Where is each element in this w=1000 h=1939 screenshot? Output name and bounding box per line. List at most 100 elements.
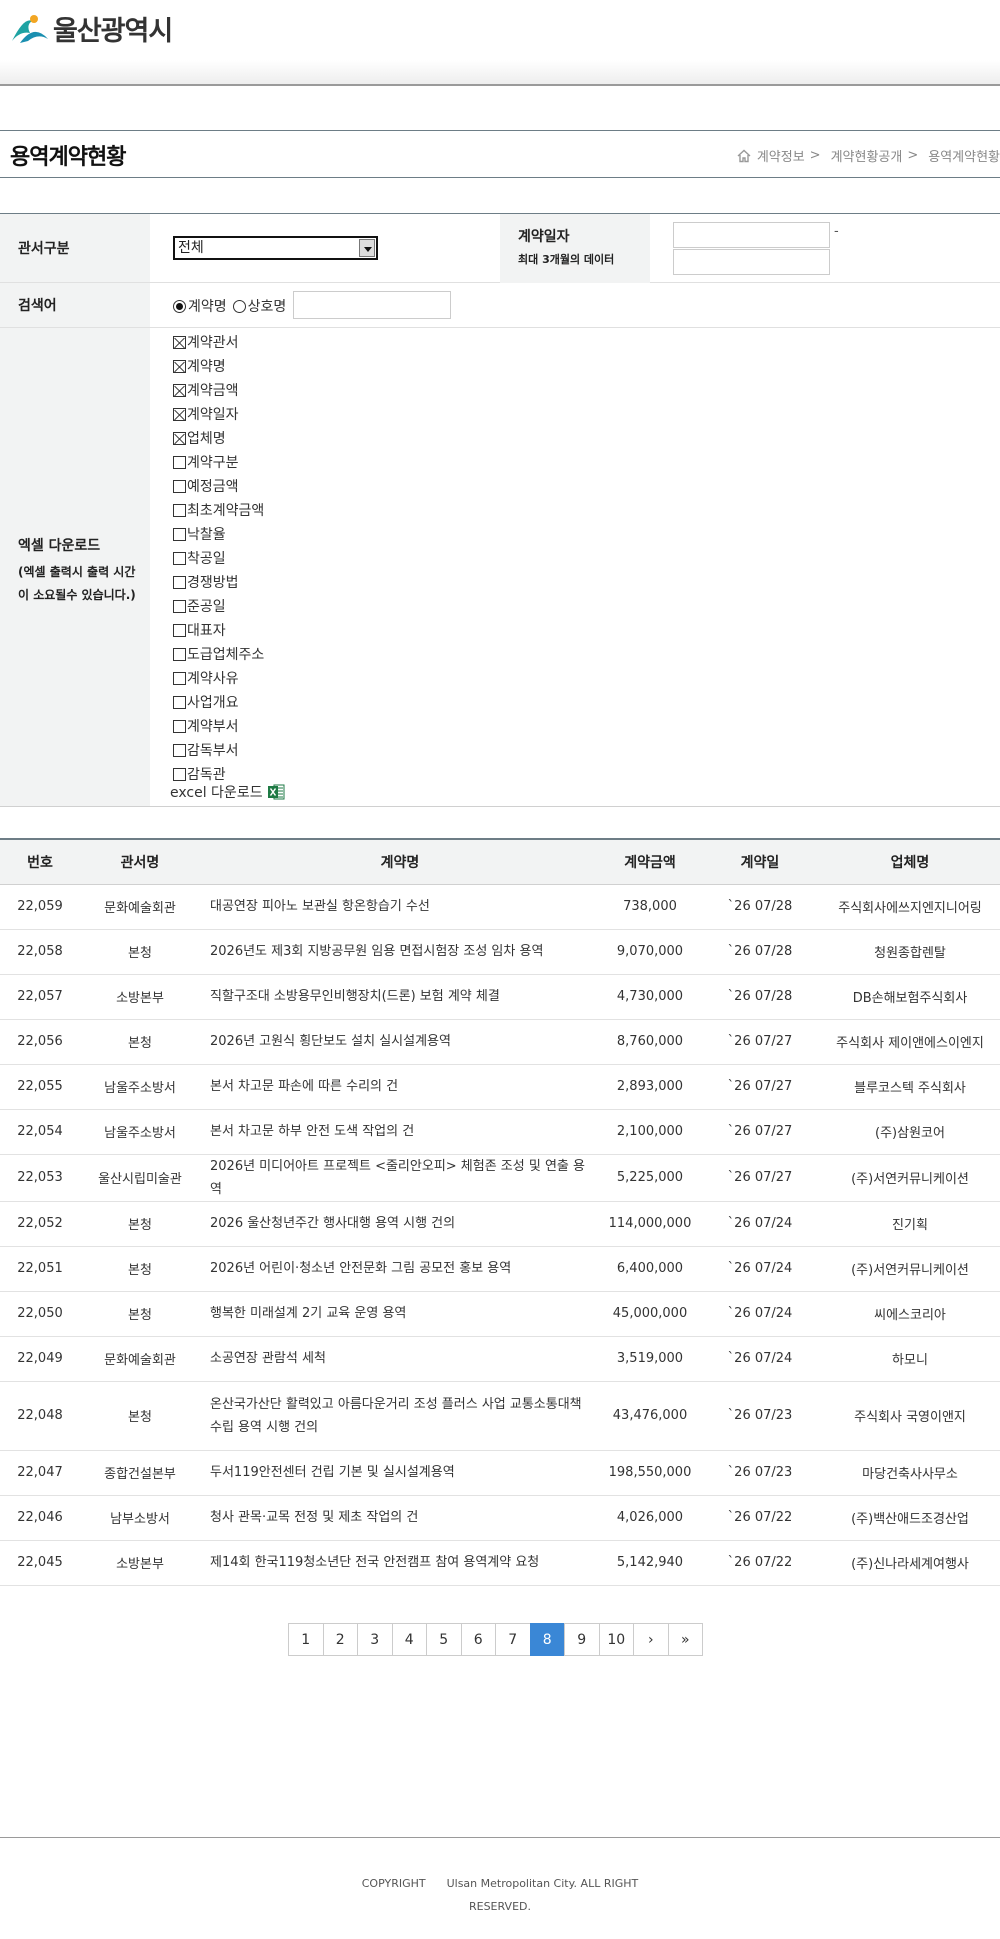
cell-contract-name[interactable]: 2026년 미디어아트 프로젝트 <줄리안오피> 체험존 조성 및 연출 용역 <box>200 1154 600 1202</box>
cell-contract-name[interactable]: 소공연장 관람석 세척 <box>200 1336 600 1382</box>
cell-contract-name[interactable]: 본서 차고문 파손에 따른 수리의 건 <box>200 1064 600 1110</box>
excel-field-label[interactable]: 준공일 <box>187 596 226 616</box>
page-link-8[interactable]: 8 <box>529 1623 565 1656</box>
excel-field-label[interactable]: 착공일 <box>187 548 226 568</box>
excel-field-label[interactable]: 최초계약금액 <box>187 500 264 520</box>
excel-download-link[interactable]: excel 다운로드 <box>170 782 285 802</box>
page-link-9[interactable]: 9 <box>564 1623 600 1656</box>
excel-field-checkbox[interactable] <box>173 599 186 613</box>
radio-contract-name[interactable] <box>173 299 186 313</box>
cell-contract-name[interactable]: 온산국가산단 활력있고 아름다운거리 조성 플러스 사업 교통소통대책수립 용역… <box>200 1381 600 1451</box>
cell-contract-name[interactable]: 제14회 한국119청소년단 전국 안전캠프 참여 용역계약 요청 <box>200 1540 600 1586</box>
page-link-3[interactable]: 3 <box>357 1623 393 1656</box>
excel-field-option[interactable]: 계약부서 <box>173 714 264 738</box>
excel-download-label[interactable]: excel 다운로드 <box>170 782 263 802</box>
page-link-5[interactable]: 5 <box>426 1623 462 1656</box>
excel-field-option[interactable]: 업체명 <box>173 426 264 450</box>
excel-field-option[interactable]: 도급업체주소 <box>173 642 264 666</box>
excel-field-checkbox[interactable] <box>173 671 186 685</box>
excel-field-option[interactable]: 계약사유 <box>173 666 264 690</box>
radio-company-name-label[interactable]: 상호명 <box>248 296 287 316</box>
excel-field-label[interactable]: 사업개요 <box>187 692 239 712</box>
page-link-10[interactable]: 10 <box>598 1623 634 1656</box>
excel-field-checkbox[interactable] <box>173 407 186 421</box>
excel-field-option[interactable]: 계약금액 <box>173 378 264 402</box>
date-to-input[interactable] <box>673 249 830 275</box>
home-icon[interactable] <box>737 149 751 163</box>
page-link-6[interactable]: 6 <box>460 1623 496 1656</box>
excel-field-checkbox[interactable] <box>173 383 186 397</box>
excel-field-option[interactable]: 계약명 <box>173 354 264 378</box>
cell-contract-name[interactable]: 행복한 미래설계 2기 교육 운영 용역 <box>200 1291 600 1337</box>
radio-contract-name-label[interactable]: 계약명 <box>188 296 227 316</box>
excel-field-label[interactable]: 대표자 <box>187 620 226 640</box>
excel-field-checkbox[interactable] <box>173 431 186 445</box>
excel-field-label[interactable]: 계약명 <box>187 356 226 376</box>
keyword-input[interactable] <box>293 291 451 319</box>
excel-field-label[interactable]: 도급업체주소 <box>187 644 264 664</box>
next-page-icon[interactable]: › <box>633 1623 669 1656</box>
excel-field-option[interactable]: 계약일자 <box>173 402 264 426</box>
cell-contract-name[interactable]: 2026년 어린이·청소년 안전문화 그림 공모전 홍보 용역 <box>200 1246 600 1292</box>
excel-field-label[interactable]: 감독관 <box>187 764 226 784</box>
page-link-1[interactable]: 1 <box>288 1623 324 1656</box>
last-page-icon[interactable]: » <box>667 1623 703 1656</box>
page-link-7[interactable]: 7 <box>495 1623 531 1656</box>
cell-contract-name[interactable]: 청사 관목·교목 전정 및 제초 작업의 건 <box>200 1495 600 1541</box>
excel-file-icon[interactable] <box>267 784 285 800</box>
excel-field-label[interactable]: 계약구분 <box>187 452 239 472</box>
excel-field-label[interactable]: 낙찰율 <box>187 524 226 544</box>
excel-field-option[interactable]: 최초계약금액 <box>173 498 264 522</box>
excel-field-label[interactable]: 계약일자 <box>187 404 239 424</box>
radio-company-name[interactable] <box>232 299 246 313</box>
excel-field-option[interactable]: 계약구분 <box>173 450 264 474</box>
excel-field-label[interactable]: 감독부서 <box>187 740 239 760</box>
excel-field-option[interactable]: 착공일 <box>173 546 264 570</box>
excel-field-label[interactable]: 계약부서 <box>187 716 239 736</box>
excel-field-checkbox[interactable] <box>173 623 186 637</box>
excel-field-checkbox[interactable] <box>173 335 186 349</box>
excel-field-option[interactable]: 낙찰율 <box>173 522 264 546</box>
excel-field-checkbox[interactable] <box>173 455 186 469</box>
excel-field-checkbox[interactable] <box>173 551 186 565</box>
cell-contract-name[interactable]: 2026년도 제3회 지방공무원 임용 면접시험장 조성 임차 용역 <box>200 929 600 975</box>
cell-contract-name[interactable]: 본서 차고문 하부 안전 도색 작업의 건 <box>200 1109 600 1155</box>
page-link-2[interactable]: 2 <box>322 1623 358 1656</box>
excel-field-checkbox[interactable] <box>173 575 186 589</box>
excel-field-option[interactable]: 대표자 <box>173 618 264 642</box>
excel-field-checkbox[interactable] <box>173 503 186 517</box>
excel-field-checkbox[interactable] <box>173 767 186 781</box>
cell-contract-name[interactable]: 두서119안전센터 건립 기본 및 실시설계용역 <box>200 1450 600 1496</box>
excel-field-label[interactable]: 경쟁방법 <box>187 572 239 592</box>
cell-contract-name[interactable]: 2026 울산청년주간 행사대행 용역 시행 건의 <box>200 1201 600 1247</box>
excel-field-option[interactable]: 경쟁방법 <box>173 570 264 594</box>
breadcrumb-item-service-contract[interactable]: 용역계약현황 <box>928 146 1000 165</box>
excel-field-label[interactable]: 계약사유 <box>187 668 239 688</box>
excel-field-option[interactable]: 준공일 <box>173 594 264 618</box>
excel-field-option[interactable]: 계약관서 <box>173 330 264 354</box>
cell-contract-name[interactable]: 직할구조대 소방용무인비행장치(드론) 보험 계약 체결 <box>200 974 600 1020</box>
excel-field-option[interactable]: 감독부서 <box>173 738 264 762</box>
breadcrumb-item-contract-info[interactable]: 계약정보 <box>757 146 805 165</box>
excel-field-label[interactable]: 업체명 <box>187 428 226 448</box>
excel-field-option[interactable]: 예정금액 <box>173 474 264 498</box>
excel-field-label[interactable]: 계약금액 <box>187 380 239 400</box>
office-select[interactable]: 전체 <box>173 236 378 260</box>
excel-field-label[interactable]: 계약관서 <box>187 332 239 352</box>
date-from-input[interactable] <box>673 222 830 248</box>
excel-field-checkbox[interactable] <box>173 479 186 493</box>
city-logo[interactable]: 울산광역시 <box>10 10 173 47</box>
excel-field-checkbox[interactable] <box>173 359 186 373</box>
cell-contract-name[interactable]: 2026년 고원식 횡단보도 설치 실시설계용역 <box>200 1019 600 1065</box>
excel-field-checkbox[interactable] <box>173 743 186 757</box>
excel-field-checkbox[interactable] <box>173 527 186 541</box>
excel-field-checkbox[interactable] <box>173 695 186 709</box>
excel-field-checkbox[interactable] <box>173 647 186 661</box>
excel-field-checkbox[interactable] <box>173 719 186 733</box>
breadcrumb-item-status-public[interactable]: 계약현황공개 <box>831 146 903 165</box>
cell-contract-name[interactable]: 대공연장 피아노 보관실 항온항습기 수선 <box>200 884 600 930</box>
excel-field-option[interactable]: 사업개요 <box>173 690 264 714</box>
dropdown-arrow-icon[interactable] <box>359 239 375 257</box>
page-link-4[interactable]: 4 <box>391 1623 427 1656</box>
excel-field-label[interactable]: 예정금액 <box>187 476 239 496</box>
